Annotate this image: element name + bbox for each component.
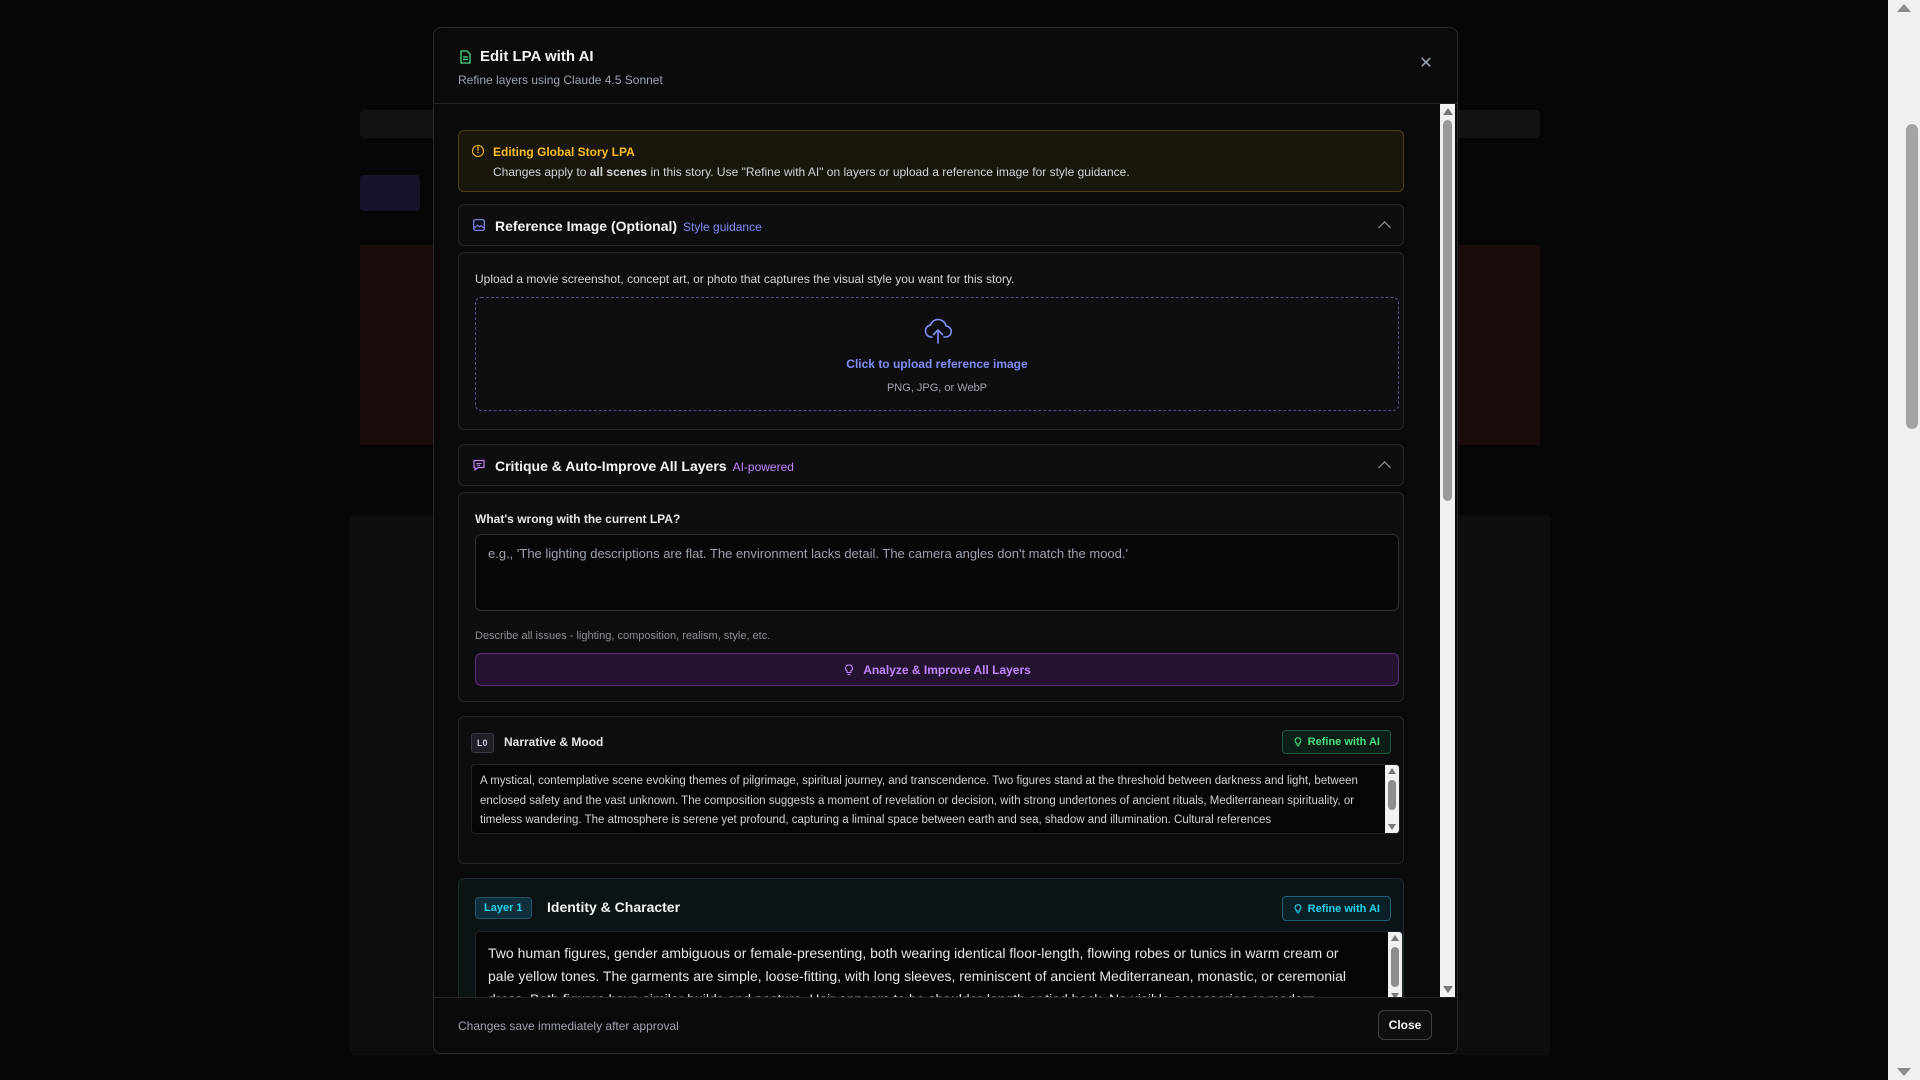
modal-footer: Changes save immediately after approval … xyxy=(434,997,1457,1053)
refine-label: Refine with AI xyxy=(1307,736,1380,748)
lightbulb-icon xyxy=(845,663,854,675)
lightbulb-icon xyxy=(1294,737,1302,747)
scroll-down-arrow-icon[interactable] xyxy=(1388,824,1396,830)
scroll-down-arrow-icon[interactable] xyxy=(1443,986,1453,993)
close-button[interactable]: Close xyxy=(1378,1010,1432,1040)
reference-description: Upload a movie screenshot, concept art, … xyxy=(475,272,1015,286)
analyze-improve-button[interactable]: Analyze & Improve All Layers xyxy=(475,653,1399,686)
scroll-up-arrow-icon[interactable] xyxy=(1897,4,1911,12)
info-icon: ! xyxy=(472,145,484,157)
scroll-down-arrow-icon[interactable] xyxy=(1897,1068,1911,1076)
cloud-upload-icon xyxy=(924,318,953,344)
notice-text: Changes apply to all scenes in this stor… xyxy=(493,165,1130,179)
document-icon xyxy=(460,49,471,64)
modal-scrollbar[interactable] xyxy=(1440,104,1455,997)
layer-text-scrollbar[interactable] xyxy=(1388,932,1402,997)
layer-text-scrollbar[interactable] xyxy=(1385,765,1399,833)
modal-header: Edit LPA with AI Refine layers using Cla… xyxy=(434,28,1457,104)
scrollbar-thumb[interactable] xyxy=(1388,780,1396,810)
modal-scrollbar-thumb[interactable] xyxy=(1443,120,1452,501)
layer-name: Narrative & Mood xyxy=(504,735,604,749)
scroll-up-arrow-icon[interactable] xyxy=(1391,935,1399,941)
critique-input[interactable] xyxy=(475,534,1399,611)
reference-upload-panel: Upload a movie screenshot, concept art, … xyxy=(458,252,1404,430)
message-icon xyxy=(473,459,485,471)
scroll-up-arrow-icon[interactable] xyxy=(1443,108,1453,115)
critique-tag: AI-powered xyxy=(732,460,794,474)
global-lpa-notice: ! Editing Global Story LPA Changes apply… xyxy=(458,130,1404,192)
upload-formats: PNG, JPG, or WebP xyxy=(886,382,988,394)
scrollbar-thumb[interactable] xyxy=(1391,947,1399,987)
refine-with-ai-button[interactable]: Refine with AI xyxy=(1281,896,1391,921)
layer-text: Two human figures, gender ambiguous or f… xyxy=(488,945,1347,997)
modal-title-row: Edit LPA with AI xyxy=(458,48,594,65)
close-icon[interactable]: ✕ xyxy=(1418,56,1434,72)
chevron-up-icon[interactable] xyxy=(1378,221,1391,234)
refine-label: Refine with AI xyxy=(1307,902,1380,915)
edit-lpa-modal: Edit LPA with AI Refine layers using Cla… xyxy=(433,27,1458,1054)
reference-dropzone[interactable]: Click to upload reference image PNG, JPG… xyxy=(475,297,1399,411)
modal-body[interactable]: ! Editing Global Story LPA Changes apply… xyxy=(434,104,1457,997)
reference-title: Reference Image (Optional) xyxy=(495,218,678,234)
reference-image-section-header[interactable]: Reference Image (Optional) Style guidance xyxy=(458,204,1404,246)
layer-name: Identity & Character xyxy=(547,899,681,915)
critique-section-header[interactable]: Critique & Auto-Improve All Layers AI-pow… xyxy=(458,444,1404,486)
analyze-button-label: Analyze & Improve All Layers xyxy=(863,662,1031,677)
footer-note: Changes save immediately after approval xyxy=(458,1019,679,1033)
critique-question: What's wrong with the current LPA? xyxy=(475,512,681,526)
notice-text-after: in this story. Use "Refine with AI" on l… xyxy=(647,165,1130,179)
layer-text: A mystical, contemplative scene evoking … xyxy=(480,775,1358,826)
background-button xyxy=(360,175,420,211)
layer-text-area[interactable]: Two human figures, gender ambiguous or f… xyxy=(475,931,1403,997)
reference-tag: Style guidance xyxy=(683,220,762,234)
reference-section-title: Reference Image (Optional) Style guidance xyxy=(495,218,762,234)
notice-text-bold: all scenes xyxy=(589,165,648,179)
scroll-up-arrow-icon[interactable] xyxy=(1388,768,1396,774)
upload-cta[interactable]: Click to upload reference image xyxy=(476,357,1398,371)
chevron-up-icon[interactable] xyxy=(1378,461,1391,474)
notice-text-before: Changes apply to xyxy=(493,165,590,179)
critique-section-title: Critique & Auto-Improve All Layers AI-pow… xyxy=(495,458,794,474)
page-scrollbar-thumb[interactable] xyxy=(1906,124,1918,429)
modal-title: Edit LPA with AI xyxy=(480,48,594,65)
layer-text-area[interactable]: A mystical, contemplative scene evoking … xyxy=(471,764,1400,834)
modal-subtitle: Refine layers using Claude 4.5 Sonnet xyxy=(458,73,663,87)
lightbulb-icon xyxy=(1294,903,1302,913)
layer-card-narrative-mood: L0 Narrative & Mood Refine with AI A mys… xyxy=(458,716,1404,864)
image-icon xyxy=(473,219,485,231)
critique-panel: What's wrong with the current LPA? Descr… xyxy=(458,492,1404,702)
layer-badge: L0 xyxy=(471,733,494,753)
critique-hint: Describe all issues - lighting, composit… xyxy=(475,630,771,642)
page-scrollbar[interactable] xyxy=(1888,0,1920,1080)
layer-badge: Layer 1 xyxy=(475,897,532,919)
notice-title: Editing Global Story LPA xyxy=(493,145,635,159)
refine-with-ai-button[interactable]: Refine with AI xyxy=(1281,730,1391,754)
layer-card-identity-character: Layer 1 Identity & Character Refine with… xyxy=(458,878,1404,997)
critique-title: Critique & Auto-Improve All Layers xyxy=(495,458,727,474)
